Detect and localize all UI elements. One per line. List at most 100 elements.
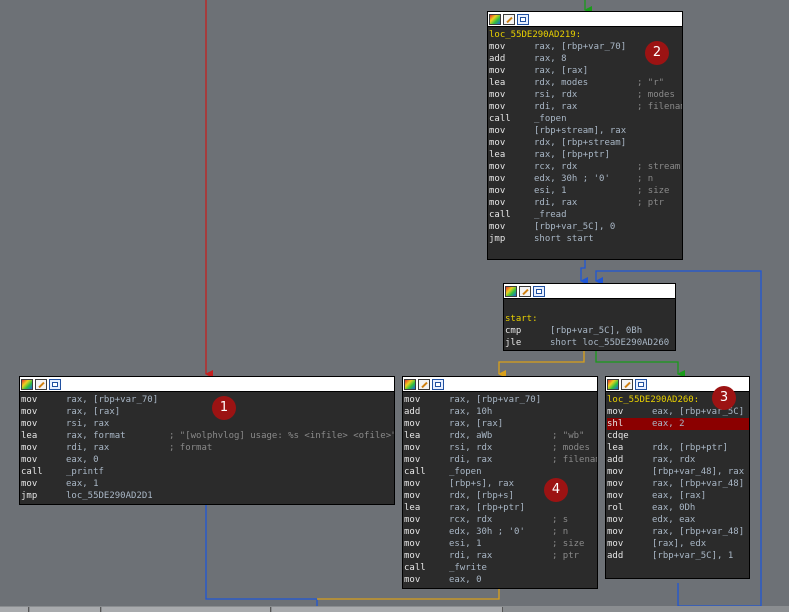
asm-line[interactable]: mov esi, 1 ; size — [489, 185, 682, 197]
asm-line[interactable]: mov eax, 1 — [21, 478, 394, 490]
marker-1: 1 — [212, 396, 236, 420]
asm-line[interactable]: mov rdi, rax ; filename — [489, 101, 682, 113]
asm-line[interactable]: mov eax, 0 — [21, 454, 394, 466]
asm-operands: rax, 8 — [534, 54, 567, 64]
rename-pencil-icon[interactable] — [418, 378, 430, 390]
asm-label[interactable]: loc_55DE290AD260: — [607, 395, 699, 405]
asm-line[interactable]: shl eax, 2 — [607, 418, 749, 430]
asm-line[interactable]: lea rdx, modes ; "r" — [489, 77, 682, 89]
asm-operands: edx, 30h ; '0' — [449, 527, 525, 537]
asm-line[interactable]: mov rdx, [rbp+s] — [404, 490, 597, 502]
asm-line[interactable]: add rax, 10h — [404, 406, 597, 418]
group-nodes-icon[interactable] — [49, 378, 61, 390]
asm-line[interactable]: mov rsi, rdx ; modes — [489, 89, 682, 101]
asm-line[interactable]: mov rax, [rax] — [489, 65, 682, 77]
color-palette-icon[interactable] — [505, 285, 517, 297]
asm-operands: rax, [rbp+var_70] — [534, 42, 627, 52]
asm-line[interactable]: mov rax, [rbp+var_48] — [607, 478, 749, 490]
group-nodes-icon[interactable] — [517, 13, 529, 25]
asm-line[interactable]: mov eax, [rax] — [607, 490, 749, 502]
asm-line[interactable]: mov rdi, rax ; ptr — [489, 197, 682, 209]
asm-comment: ; size — [636, 186, 670, 196]
asm-mnemonic: mov — [607, 407, 624, 417]
asm-line[interactable]: jmp short start — [489, 233, 682, 245]
asm-line[interactable]: mov edx, eax — [607, 514, 749, 526]
asm-line[interactable]: call _printf — [21, 466, 394, 478]
asm-line[interactable]: call _fopen — [404, 466, 597, 478]
rename-pencil-icon[interactable] — [519, 285, 531, 297]
asm-line[interactable]: rol eax, 0Dh — [607, 502, 749, 514]
asm-line[interactable]: mov [rax], edx — [607, 538, 749, 550]
asm-line[interactable]: mov [rbp+stream], rax — [489, 125, 682, 137]
asm-line[interactable]: lea rdx, aWb ; "wb" — [404, 430, 597, 442]
asm-line[interactable]: call _fopen — [489, 113, 682, 125]
asm-line[interactable]: mov rax, [rbp+var_48] — [607, 526, 749, 538]
color-palette-icon[interactable] — [404, 378, 416, 390]
asm-line[interactable]: mov rdi, rax ; filename — [404, 454, 597, 466]
asm-line[interactable]: lea rax, [rbp+ptr] — [489, 149, 682, 161]
asm-mnemonic: mov — [404, 527, 421, 537]
asm-line[interactable] — [505, 301, 675, 313]
code-block-start[interactable]: start: cmp [rbp+var_5C], 0Bh jle short loc_5… — [503, 283, 676, 351]
marker-2: 2 — [645, 41, 669, 65]
edge-start-to-block3 — [595, 351, 685, 378]
asm-line[interactable]: mov esi, 1 ; size — [404, 538, 597, 550]
code-block-usage[interactable]: mov rax, [rbp+var_70] mov rax, [rax] mov rsi,… — [19, 376, 395, 505]
asm-line[interactable]: mov rcx, rdx ; stream — [489, 161, 682, 173]
asm-line[interactable]: call _fwrite — [404, 562, 597, 574]
asm-line[interactable]: jmp loc_55DE290AD2D1 — [21, 490, 394, 502]
rename-pencil-icon[interactable] — [503, 13, 515, 25]
asm-mnemonic: call — [404, 563, 426, 573]
asm-comment: ; stream — [636, 162, 681, 172]
asm-comment: ; size — [551, 539, 585, 549]
group-nodes-icon[interactable] — [432, 378, 444, 390]
asm-line[interactable]: cdqe — [607, 430, 749, 442]
asm-line[interactable]: mov rdi, rax ; ptr — [404, 550, 597, 562]
graph-view[interactable]: loc_55DE290AD219: mov rax, [rbp+var_70] add… — [0, 0, 789, 612]
asm-line[interactable]: mov edx, 30h ; '0' ; n — [404, 526, 597, 538]
asm-line[interactable]: mov [rbp+var_48], rax — [607, 466, 749, 478]
asm-line[interactable]: start: — [505, 313, 675, 325]
rename-pencil-icon[interactable] — [35, 378, 47, 390]
asm-operands: esi, 1 — [534, 186, 567, 196]
color-palette-icon[interactable] — [21, 378, 33, 390]
block-code: start: cmp [rbp+var_5C], 0Bh jle short loc_5… — [504, 299, 675, 349]
asm-line[interactable]: mov rdx, [rbp+stream] — [489, 137, 682, 149]
asm-line[interactable]: lea rdx, [rbp+ptr] — [607, 442, 749, 454]
asm-line[interactable]: lea rax, [rbp+ptr] — [404, 502, 597, 514]
asm-line[interactable]: add rax, rdx — [607, 454, 749, 466]
asm-line[interactable]: mov rsi, rdx ; modes — [404, 442, 597, 454]
asm-line[interactable]: call _fread — [489, 209, 682, 221]
group-nodes-icon[interactable] — [533, 285, 545, 297]
asm-mnemonic: mov — [489, 102, 506, 112]
group-nodes-icon[interactable] — [635, 378, 647, 390]
asm-mnemonic: call — [489, 210, 511, 220]
asm-line[interactable]: loc_55DE290AD219: — [489, 29, 682, 41]
rename-pencil-icon[interactable] — [621, 378, 633, 390]
asm-operands: rsi, rax — [66, 419, 110, 429]
block-titlebar — [488, 12, 682, 27]
code-block-fwrite[interactable]: mov rax, [rbp+var_70] add rax, 10h mov rax, [… — [402, 376, 598, 589]
asm-line[interactable]: mov rsi, rax — [21, 418, 394, 430]
color-palette-icon[interactable] — [607, 378, 619, 390]
asm-line[interactable]: mov rax, [rbp+var_70] — [21, 394, 394, 406]
asm-line[interactable]: add [rbp+var_5C], 1 — [607, 550, 749, 562]
asm-label[interactable]: start: — [505, 314, 538, 324]
asm-line[interactable]: mov [rbp+s], rax — [404, 478, 597, 490]
asm-operands: rax, [rbp+var_70] — [449, 395, 542, 405]
asm-line[interactable]: mov eax, 0 — [404, 574, 597, 586]
asm-line[interactable]: mov rax, [rax] — [21, 406, 394, 418]
asm-line[interactable]: cmp [rbp+var_5C], 0Bh — [505, 325, 675, 337]
asm-line[interactable]: jle short loc_55DE290AD260 — [505, 337, 675, 349]
asm-line[interactable]: mov rax, [rbp+var_70] — [404, 394, 597, 406]
asm-line[interactable]: lea rax, format ; "[wolphvlog] usage: %s … — [21, 430, 394, 442]
asm-line[interactable]: mov [rbp+var_5C], 0 — [489, 221, 682, 233]
asm-mnemonic: mov — [489, 162, 506, 172]
horizontal-scrollbar[interactable] — [0, 606, 789, 612]
asm-label[interactable]: loc_55DE290AD219: — [489, 30, 581, 40]
asm-line[interactable]: mov rcx, rdx ; s — [404, 514, 597, 526]
asm-line[interactable]: mov rdi, rax ; format — [21, 442, 394, 454]
asm-line[interactable]: mov edx, 30h ; '0' ; n — [489, 173, 682, 185]
asm-line[interactable]: mov rax, [rax] — [404, 418, 597, 430]
color-palette-icon[interactable] — [489, 13, 501, 25]
